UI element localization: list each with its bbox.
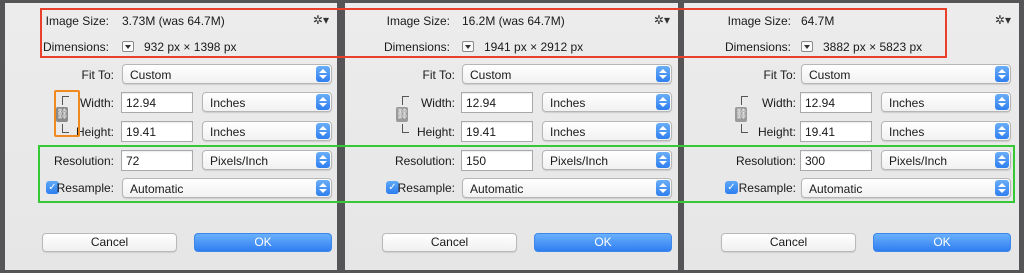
- dimensions-value: 932 px × 1398 px: [144, 40, 237, 54]
- link-bracket-top: [62, 96, 69, 105]
- image-size-label: Image Size:: [727, 14, 791, 28]
- resample-label: Resample:: [738, 181, 796, 195]
- resolution-input[interactable]: [461, 150, 533, 171]
- fit-to-select[interactable]: Custom: [122, 64, 332, 84]
- triangle-down-icon[interactable]: [462, 41, 474, 52]
- fit-to-select[interactable]: Custom: [801, 64, 1011, 84]
- cancel-button[interactable]: Cancel: [382, 233, 517, 252]
- width-unit-select[interactable]: Inches: [542, 92, 672, 112]
- link-bracket-top: [402, 96, 409, 105]
- link-bracket-bottom: [741, 124, 748, 133]
- image-size-dialog-300ppi: Image Size: 64.7M ✲▾ Dimensions: 3882 px…: [684, 3, 1019, 270]
- image-size-value: 16.2M (was 64.7M): [462, 14, 565, 28]
- fit-to-label: Fit To:: [763, 68, 796, 82]
- height-label: Height:: [416, 125, 455, 139]
- link-bracket-bottom: [62, 124, 69, 133]
- chain-link-icon[interactable]: ⛓: [735, 107, 748, 122]
- ok-button[interactable]: OK: [534, 233, 672, 252]
- resample-select[interactable]: Automatic: [122, 178, 332, 198]
- dimensions-value: 1941 px × 2912 px: [484, 40, 584, 54]
- width-input[interactable]: [800, 92, 872, 113]
- resolution-unit-select[interactable]: Pixels/Inch: [202, 150, 332, 170]
- resolution-unit-select[interactable]: Pixels/Inch: [881, 150, 1011, 170]
- checkmark-icon[interactable]: ✓: [725, 181, 738, 194]
- gear-icon[interactable]: ✲▾: [654, 13, 670, 27]
- ok-button[interactable]: OK: [194, 233, 332, 252]
- image-size-value: 3.73M (was 64.7M): [122, 14, 225, 28]
- triangle-down-icon[interactable]: [801, 41, 813, 52]
- image-size-label: Image Size:: [386, 14, 450, 28]
- ok-button[interactable]: OK: [873, 233, 1011, 252]
- dimensions-label: Dimensions:: [42, 40, 109, 54]
- resolution-input[interactable]: [800, 150, 872, 171]
- width-input[interactable]: [121, 92, 193, 113]
- link-bracket-bottom: [402, 124, 409, 133]
- dimensions-label: Dimensions:: [724, 40, 791, 54]
- triangle-down-icon[interactable]: [122, 41, 134, 52]
- height-unit-select[interactable]: Inches: [202, 121, 332, 141]
- dimensions-value: 3882 px × 5823 px: [823, 40, 923, 54]
- cancel-button[interactable]: Cancel: [721, 233, 856, 252]
- width-label: Width:: [79, 96, 114, 110]
- resample-select[interactable]: Automatic: [801, 178, 1011, 198]
- fit-to-select[interactable]: Custom: [462, 64, 672, 84]
- image-size-value: 64.7M: [801, 14, 835, 28]
- height-label: Height:: [757, 125, 796, 139]
- height-unit-select[interactable]: Inches: [881, 121, 1011, 141]
- resolution-label: Resolution:: [53, 154, 114, 168]
- height-label: Height:: [75, 125, 114, 139]
- width-input[interactable]: [461, 92, 533, 113]
- chain-link-icon[interactable]: ⛓: [56, 107, 69, 122]
- height-input[interactable]: [800, 121, 872, 142]
- image-size-dialog-72ppi: Image Size: 3.73M (was 64.7M) ✲▾ Dimensi…: [5, 3, 337, 270]
- cancel-button[interactable]: Cancel: [42, 233, 177, 252]
- height-input[interactable]: [461, 121, 533, 142]
- resample-label: Resample:: [56, 181, 114, 195]
- fit-to-label: Fit To:: [81, 68, 114, 82]
- gear-icon[interactable]: ✲▾: [313, 13, 329, 27]
- resolution-unit-select[interactable]: Pixels/Inch: [542, 150, 672, 170]
- resample-label: Resample:: [397, 181, 455, 195]
- width-unit-select[interactable]: Inches: [881, 92, 1011, 112]
- dimensions-label: Dimensions:: [383, 40, 450, 54]
- width-label: Width:: [761, 96, 796, 110]
- height-input[interactable]: [121, 121, 193, 142]
- chain-link-icon[interactable]: ⛓: [396, 107, 409, 122]
- fit-to-label: Fit To:: [422, 68, 455, 82]
- link-bracket-top: [741, 96, 748, 105]
- width-label: Width:: [420, 96, 455, 110]
- height-unit-select[interactable]: Inches: [542, 121, 672, 141]
- image-size-dialog-150ppi: Image Size: 16.2M (was 64.7M) ✲▾ Dimensi…: [345, 3, 678, 270]
- image-size-label: Image Size:: [45, 14, 109, 28]
- resolution-label: Resolution:: [735, 154, 796, 168]
- resolution-input[interactable]: [121, 150, 193, 171]
- width-unit-select[interactable]: Inches: [202, 92, 332, 112]
- gear-icon[interactable]: ✲▾: [995, 13, 1011, 27]
- resolution-label: Resolution:: [394, 154, 455, 168]
- resample-select[interactable]: Automatic: [462, 178, 672, 198]
